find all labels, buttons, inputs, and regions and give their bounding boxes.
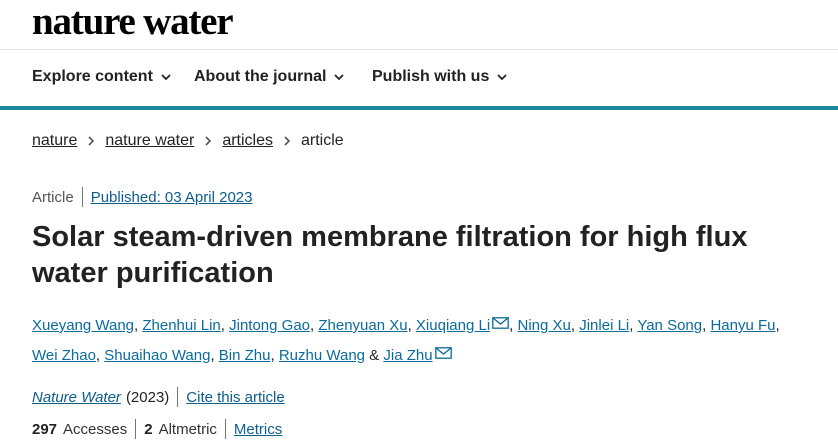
author-link[interactable]: Zhenhui Lin <box>142 317 220 334</box>
author-link[interactable]: Wei Zhao <box>32 347 96 364</box>
mail-icon[interactable] <box>492 317 510 329</box>
author-link[interactable]: Ruzhu Wang <box>279 347 365 364</box>
article-metrics: 297 Accesses 2 Altmetric Metrics <box>32 419 282 439</box>
author-link[interactable]: Jintong Gao <box>229 317 310 334</box>
nature-water-logo[interactable]: nature water <box>32 0 234 44</box>
author-link[interactable]: Bin Zhu <box>219 347 271 364</box>
chevron-right-icon <box>284 136 291 146</box>
divider <box>177 387 179 407</box>
logo-bar: nature water <box>0 0 838 50</box>
journal-line: Nature Water (2023) Cite this article <box>32 387 285 407</box>
author-link[interactable]: Hanyu Fu <box>710 317 775 334</box>
breadcrumb-nature-water[interactable]: nature water <box>105 132 194 150</box>
chevron-right-icon <box>205 136 212 146</box>
breadcrumb-articles[interactable]: articles <box>222 132 273 150</box>
breadcrumb: nature nature water articles article <box>32 132 344 150</box>
nav-explore-content[interactable]: Explore content <box>32 68 172 86</box>
accesses-count: 297 <box>32 420 58 438</box>
metrics-link[interactable]: Metrics <box>234 421 282 438</box>
article-meta: Article Published: 03 April 2023 <box>32 187 252 207</box>
nav-label: Publish with us <box>372 68 490 85</box>
author-link[interactable]: Zhenyuan Xu <box>318 317 407 334</box>
article-title: Solar steam-driven membrane filtration f… <box>32 221 748 289</box>
breadcrumb-current: article <box>301 132 344 149</box>
mail-icon[interactable] <box>434 347 452 359</box>
nav-about-journal[interactable]: About the journal <box>194 68 345 86</box>
altmetric-count: 2 <box>144 420 153 438</box>
breadcrumb-nature[interactable]: nature <box>32 132 77 150</box>
cite-article-link[interactable]: Cite this article <box>186 389 284 406</box>
chevron-down-icon <box>161 74 171 81</box>
author-link[interactable]: Jia Zhu <box>383 347 432 364</box>
chevron-down-icon <box>334 74 345 81</box>
nav-publish-with-us[interactable]: Publish with us <box>372 68 508 86</box>
author-link[interactable]: Shuaihao Wang <box>104 347 210 364</box>
journal-name-link[interactable]: Nature Water <box>32 389 121 406</box>
divider <box>81 187 83 207</box>
divider <box>135 419 137 439</box>
publication-year: (2023) <box>125 388 170 406</box>
published-date-link[interactable]: Published: 03 April 2023 <box>91 189 253 206</box>
author-link[interactable]: Jinlei Li <box>579 317 629 334</box>
author-link[interactable]: Xueyang Wang <box>32 317 134 334</box>
author-list: Xueyang Wang, Zhenhui Lin, Jintong Gao, … <box>32 317 780 364</box>
author-link[interactable]: Yan Song <box>637 317 702 334</box>
nav-label: About the journal <box>194 68 327 85</box>
main-nav: Explore content About the journal Publis… <box>0 50 838 110</box>
divider <box>224 419 226 439</box>
chevron-down-icon <box>497 74 507 81</box>
nav-label: Explore content <box>32 68 153 85</box>
author-link[interactable]: Xiuqiang Li <box>416 317 490 334</box>
author-joiner: & <box>369 347 380 364</box>
article-type: Article <box>32 188 74 206</box>
accesses-label: Accesses <box>63 420 128 438</box>
author-link[interactable]: Ning Xu <box>518 317 571 334</box>
altmetric-label: Altmetric <box>158 420 217 438</box>
chevron-right-icon <box>88 136 95 146</box>
